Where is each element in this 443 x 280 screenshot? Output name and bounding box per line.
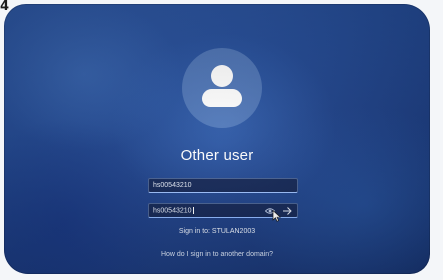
avatar-body [202, 89, 242, 107]
username-input[interactable]: hs00543210 [148, 178, 298, 193]
password-value: hs00543210 [153, 207, 192, 215]
mouse-pointer-icon [272, 210, 281, 222]
page-title: Other user [180, 147, 254, 164]
text-caret [192, 207, 194, 214]
corner-mark: 4 [0, 0, 10, 14]
username-value: hs00543210 [153, 182, 192, 189]
other-domain-help-link[interactable]: How do I sign in to another domain? [4, 251, 430, 258]
sign-in-domain-text: Sign in to: STULAN2003 [178, 228, 256, 235]
avatar-head [211, 65, 233, 87]
user-avatar-icon [182, 48, 262, 128]
photo-of-login-screen: 4 Other user hs00543210 hs00543210 Sign … [0, 0, 443, 280]
lock-screen: Other user hs00543210 hs00543210 Sign in… [4, 4, 430, 274]
arrow-right-icon[interactable] [281, 206, 293, 216]
